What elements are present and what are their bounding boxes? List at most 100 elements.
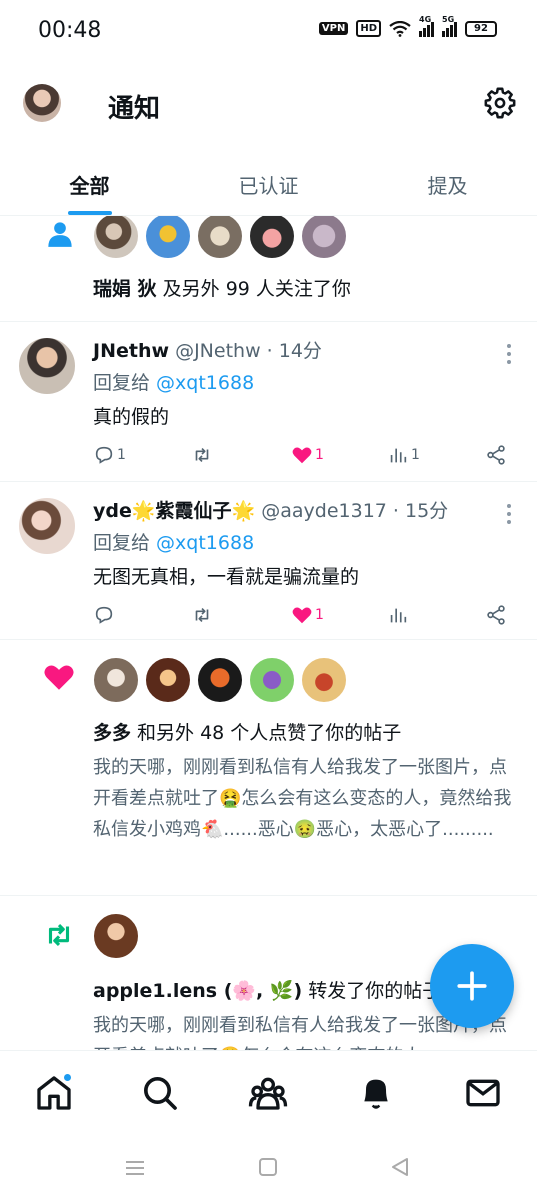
retweet-icon: [48, 923, 70, 947]
like-button[interactable]: 1: [291, 604, 324, 626]
retweet-icon: [195, 447, 209, 463]
retweet-button[interactable]: [191, 604, 215, 626]
follow-notification[interactable]: 瑞娟 狄 及另外 99 人关注了你: [0, 216, 537, 322]
retweet-notice-suffix: 转发了你的帖子: [302, 980, 442, 1002]
share-button[interactable]: [485, 604, 507, 626]
liker-avatar[interactable]: [92, 656, 140, 704]
reply-to-handle[interactable]: @xqt1688: [156, 372, 254, 394]
nav-notifications[interactable]: [356, 1073, 396, 1113]
nav-communities[interactable]: [248, 1073, 288, 1113]
tweet-text: 无图无真相，一看就是骗流量的: [93, 566, 360, 588]
like-notice-suffix: 和另外 48 个人点赞了你的帖子: [131, 722, 402, 744]
liker-avatar[interactable]: [300, 656, 348, 704]
reply-icon: [95, 446, 113, 464]
compose-button[interactable]: [430, 944, 514, 1028]
follower-avatar[interactable]: [300, 216, 348, 260]
reply-button[interactable]: 1: [93, 444, 126, 466]
follower-avatar[interactable]: [196, 216, 244, 260]
tweet-author-name[interactable]: JNethw: [93, 340, 169, 362]
wifi-icon: [389, 20, 411, 37]
signal-5g-label: 5G: [442, 14, 455, 24]
status-icons: VPN HD 4G 5G 92: [318, 15, 497, 37]
tweet-header: JNethw @JNethw · 14分: [93, 340, 322, 362]
like-count: 1: [315, 447, 324, 463]
tweet-author-handle[interactable]: @aayde1317: [261, 500, 387, 522]
nav-home[interactable]: [34, 1073, 74, 1113]
reply-button[interactable]: [93, 604, 117, 626]
views-icon: [390, 448, 407, 463]
tweet-author-handle[interactable]: @JNethw: [175, 340, 261, 362]
like-count: 1: [315, 607, 324, 623]
profile-avatar[interactable]: [23, 84, 61, 122]
nav-search[interactable]: [140, 1073, 180, 1113]
reply-to-line: 回复给 @xqt1688: [93, 368, 254, 395]
bottom-nav: [0, 1050, 537, 1135]
share-icon: [487, 445, 505, 465]
follower-avatar[interactable]: [144, 216, 192, 260]
views-icon: [390, 608, 407, 623]
nav-messages[interactable]: [463, 1073, 503, 1113]
tweet-time: 14分: [278, 340, 322, 362]
avatar[interactable]: [17, 496, 77, 556]
tweet-time: 15分: [405, 500, 449, 522]
like-notification[interactable]: 多多 和另外 48 个人点赞了你的帖子 我的天哪，刚刚看到私信有人给我发了一张图…: [0, 640, 537, 896]
signal-4g-label: 4G: [419, 14, 432, 24]
tweet-actions: 1: [93, 604, 513, 628]
follow-notice-user[interactable]: 瑞娟 狄: [93, 278, 157, 300]
search-icon: [144, 1077, 177, 1110]
retweet-button[interactable]: [191, 444, 215, 466]
follow-notice-suffix: 及另外 99 人关注了你: [156, 278, 351, 300]
like-notice-text: 多多 和另外 48 个人点赞了你的帖子: [93, 718, 401, 745]
like-notice-user[interactable]: 多多: [93, 722, 131, 744]
follower-avatar[interactable]: [92, 216, 140, 260]
reply-tweet[interactable]: JNethw @JNethw · 14分 回复给 @xqt1688 真的假的 1…: [0, 322, 537, 482]
signal-5g-icon: 5G: [442, 15, 457, 37]
person-icon: [48, 222, 72, 247]
notification-feed[interactable]: 瑞娟 狄 及另外 99 人关注了你 JNethw @JNethw · 14分 回…: [0, 216, 537, 1050]
reply-to-handle[interactable]: @xqt1688: [156, 532, 254, 554]
communities-icon: [248, 1077, 288, 1110]
share-button[interactable]: [485, 444, 507, 466]
tweet-author-name[interactable]: yde🌟紫霞仙子🌟: [93, 500, 255, 522]
avatar[interactable]: [17, 336, 77, 396]
retweet-icon: [195, 607, 209, 623]
views-button[interactable]: [387, 604, 411, 626]
retweet-notice-user[interactable]: apple1.lens (🌸, 🌿): [93, 980, 302, 1002]
system-nav-bar: [0, 1135, 537, 1200]
tweet-text: 真的假的: [93, 406, 170, 428]
home-square-icon[interactable]: [258, 1157, 278, 1177]
signal-4g-icon: 4G: [419, 15, 434, 37]
liker-avatar[interactable]: [144, 656, 192, 704]
heart-icon: [292, 447, 312, 464]
follow-notice-text: 瑞娟 狄 及另外 99 人关注了你: [93, 274, 351, 301]
views-count: 1: [411, 447, 420, 463]
tab-mentions[interactable]: 提及: [358, 150, 537, 215]
reply-to-line: 回复给 @xqt1688: [93, 528, 254, 555]
bell-icon: [364, 1079, 388, 1109]
tweet-header: yde🌟紫霞仙子🌟 @aayde1317 · 15分: [93, 500, 449, 522]
back-icon[interactable]: [390, 1157, 410, 1177]
gear-icon[interactable]: [483, 86, 517, 120]
top-app-bar: 通知: [0, 62, 537, 147]
reply-prefix: 回复给: [93, 532, 157, 554]
more-icon[interactable]: [507, 504, 511, 528]
follower-avatar[interactable]: [248, 216, 296, 260]
tab-verified[interactable]: 已认证: [179, 150, 358, 215]
liker-avatar[interactable]: [248, 656, 296, 704]
heart-icon: [292, 607, 312, 624]
hd-badge: HD: [356, 20, 381, 37]
retweeter-avatar[interactable]: [92, 912, 140, 960]
heart-icon: [44, 665, 74, 690]
liker-avatar[interactable]: [196, 656, 244, 704]
status-time: 00:48: [38, 18, 102, 43]
more-icon[interactable]: [507, 344, 511, 368]
tab-all[interactable]: 全部: [0, 150, 179, 215]
tweet-actions: 1 1 1: [93, 444, 513, 468]
reply-tweet[interactable]: yde🌟紫霞仙子🌟 @aayde1317 · 15分 回复给 @xqt1688 …: [0, 482, 537, 640]
battery-icon: 92: [465, 20, 497, 37]
views-button[interactable]: 1: [387, 444, 420, 466]
menu-icon[interactable]: [124, 1157, 146, 1179]
like-button[interactable]: 1: [291, 444, 324, 466]
notification-tabs: 全部 已认证 提及: [0, 150, 537, 216]
reply-count: 1: [117, 447, 126, 463]
